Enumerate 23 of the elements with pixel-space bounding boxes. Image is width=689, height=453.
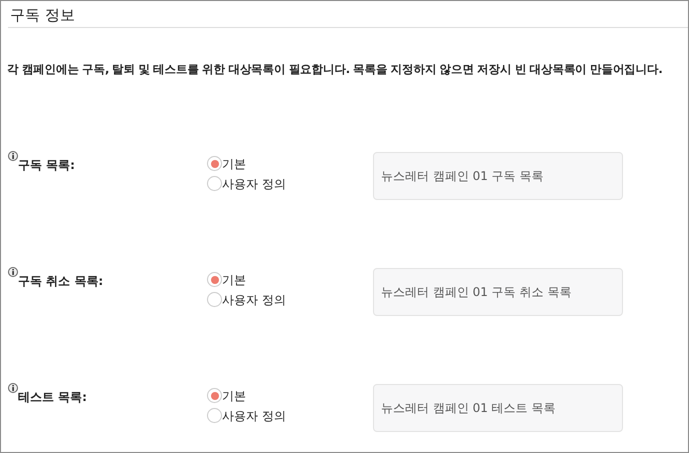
list-name-field[interactable]: 뉴스레터 캠페인 01 구독 취소 목록 xyxy=(373,268,623,316)
radio-button[interactable] xyxy=(207,408,222,424)
radio-button[interactable] xyxy=(207,388,222,404)
info-icon xyxy=(8,151,18,162)
field-label: 테스트 목록: xyxy=(18,389,87,406)
info-icon xyxy=(8,383,18,394)
radio-option[interactable]: 기본 xyxy=(207,387,246,404)
field-label: 구독 목록: xyxy=(18,157,75,174)
radio-button[interactable] xyxy=(207,292,222,308)
field-label: 구독 취소 목록: xyxy=(18,273,104,290)
list-name-field[interactable]: 뉴스레터 캠페인 01 테스트 목록 xyxy=(373,384,623,432)
radio-option[interactable]: 사용자 정의 xyxy=(207,291,286,308)
info-icon xyxy=(8,267,18,278)
radio-button[interactable] xyxy=(207,176,222,192)
radio-option[interactable]: 사용자 정의 xyxy=(207,175,286,192)
radio-button[interactable] xyxy=(207,156,222,172)
radio-option[interactable]: 기본 xyxy=(207,271,246,288)
radio-option[interactable]: 사용자 정의 xyxy=(207,407,286,424)
radio-option[interactable]: 기본 xyxy=(207,155,246,172)
radio-button[interactable] xyxy=(207,272,222,288)
description: 각 캠페인에는 구독, 탈퇴 및 테스트를 위한 대상목록이 필요합니다. 목록을 지정하지 않으면 저장시 빈 대상목록이 만들어집니다. xyxy=(7,61,664,78)
section-title: 구독 정보 xyxy=(9,4,76,26)
list-name-field[interactable]: 뉴스레터 캠페인 01 구독 목록 xyxy=(373,152,623,200)
